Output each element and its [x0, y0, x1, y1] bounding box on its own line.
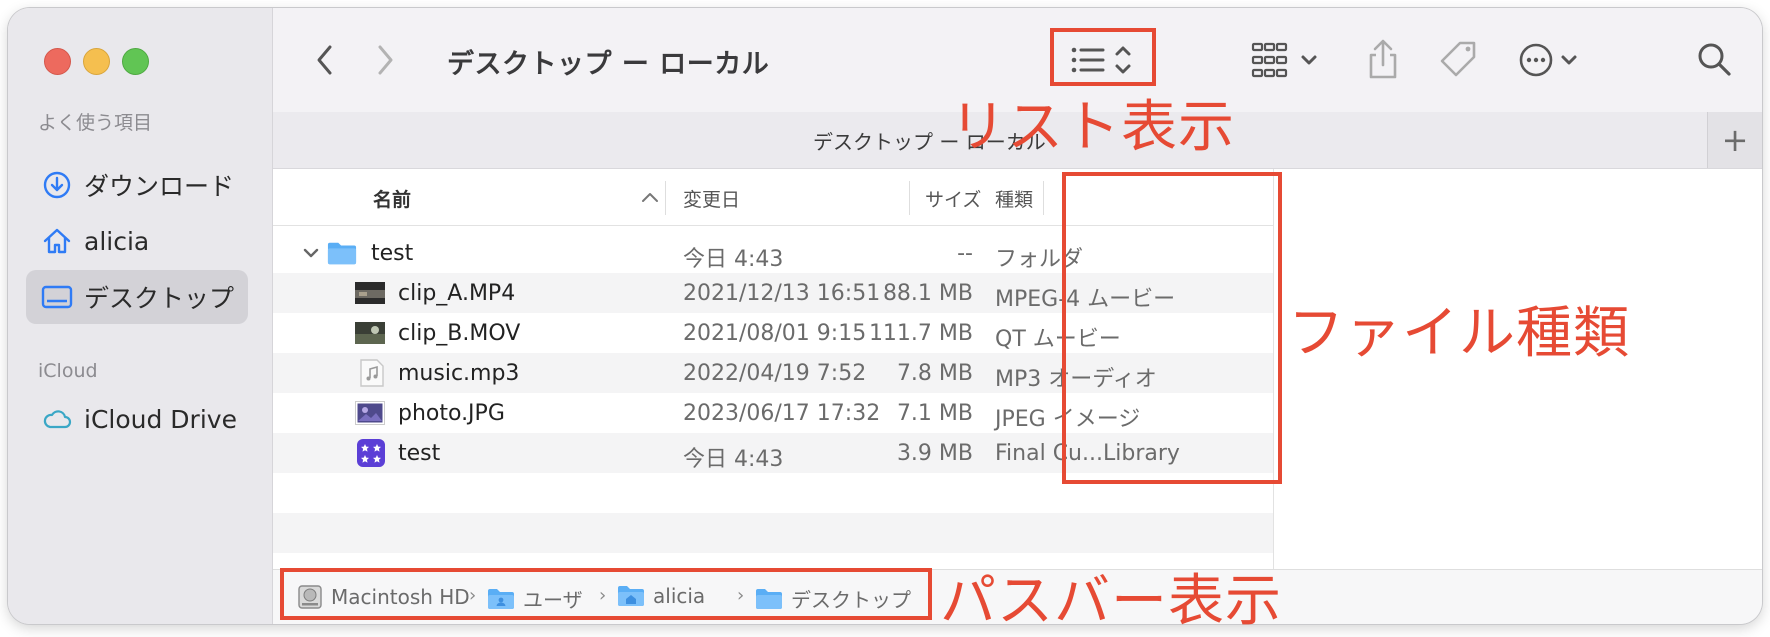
column-kind-header[interactable]: 種類: [995, 185, 1033, 212]
column-size-header[interactable]: サイズ: [925, 185, 981, 212]
file-name: test: [398, 441, 441, 466]
column-separator: [909, 181, 910, 215]
cloud-icon: [40, 402, 74, 436]
file-size: 88.1 MB: [882, 281, 973, 306]
annotation-label-list-view: リスト表示: [950, 95, 1235, 160]
tag-button[interactable]: [1437, 38, 1481, 82]
file-name: clip_B.MOV: [398, 321, 521, 346]
home-icon: [40, 224, 74, 258]
download-circle-icon: [40, 168, 74, 202]
file-size: 111.7 MB: [868, 321, 973, 346]
ellipsis-circle-icon: [1519, 43, 1577, 77]
tag-icon: [1440, 41, 1476, 77]
image-thumb-icon: [355, 399, 385, 427]
file-date: 2022/04/19 7:52: [683, 361, 867, 386]
desktop-icon: [40, 280, 74, 314]
file-size: --: [957, 241, 973, 266]
file-size: 3.9 MB: [896, 441, 973, 466]
sidebar: よく使う項目 ダウンロード alicia デスクトップ iCloud iClou: [8, 8, 273, 624]
sort-ascending-icon: [642, 193, 658, 202]
sidebar-item-label: ダウンロード: [84, 172, 235, 201]
video-thumb-icon: [355, 319, 385, 347]
file-size: 7.1 MB: [896, 401, 973, 426]
file-date: 2023/06/17 17:32: [683, 401, 881, 426]
sidebar-item-desktop[interactable]: デスクトップ: [26, 270, 248, 324]
file-name: test: [371, 241, 414, 266]
fcp-library-icon: [356, 439, 386, 467]
zoom-window-button[interactable]: [122, 48, 149, 75]
column-separator: [1043, 181, 1044, 215]
sidebar-item-label: iCloud Drive: [84, 404, 237, 434]
chevron-left-icon: [317, 45, 332, 75]
column-date-header[interactable]: 変更日: [683, 185, 740, 212]
forward-button[interactable]: [369, 42, 401, 78]
file-date: 今日 4:43: [683, 247, 784, 272]
annotation-box-path-bar: [280, 568, 932, 620]
file-date: 今日 4:43: [683, 447, 784, 472]
grid-group-icon: [1251, 42, 1317, 78]
file-name: music.mp3: [398, 361, 520, 386]
sidebar-item-label: alicia: [84, 226, 150, 256]
file-date: 2021/12/13 16:51: [683, 281, 881, 306]
share-icon: [1369, 39, 1397, 79]
file-date: 2021/08/01 9:15: [683, 321, 867, 346]
search-icon: [1698, 43, 1731, 76]
group-button[interactable]: [1249, 40, 1323, 80]
chevron-right-icon: [378, 45, 393, 75]
favorites-header: よく使う項目: [38, 112, 153, 134]
file-name: photo.JPG: [398, 401, 505, 426]
annotation-box-list-view: [1050, 28, 1156, 86]
sidebar-item-downloads[interactable]: ダウンロード: [26, 158, 248, 212]
music-file-icon: [357, 359, 387, 387]
search-button[interactable]: [1693, 38, 1735, 80]
window-title: デスクトップ ー ローカル: [447, 49, 770, 80]
sidebar-item-label: デスクトップ: [84, 284, 235, 313]
annotation-box-file-kind: [1062, 172, 1282, 484]
folder-icon: [327, 239, 357, 267]
share-button[interactable]: [1363, 36, 1403, 82]
sidebar-item-icloud-drive[interactable]: iCloud Drive: [26, 392, 248, 446]
file-size: 7.8 MB: [896, 361, 973, 386]
file-name: clip_A.MP4: [398, 281, 516, 306]
sidebar-item-home[interactable]: alicia: [26, 214, 248, 268]
minimize-window-button[interactable]: [83, 48, 110, 75]
back-button[interactable]: [309, 42, 341, 78]
annotation-label-file-kind: ファイル種類: [1288, 301, 1630, 366]
annotation-label-path-bar: パスバー表示: [940, 569, 1282, 634]
more-actions-button[interactable]: [1517, 40, 1589, 80]
disclosure-chevron-down-icon[interactable]: [301, 243, 321, 263]
empty-row-stripe: [273, 513, 1273, 553]
icloud-header: iCloud: [38, 360, 98, 382]
close-window-button[interactable]: [44, 48, 71, 75]
column-name-header[interactable]: 名前: [373, 185, 411, 212]
column-separator: [665, 181, 666, 215]
video-thumb-icon: [355, 279, 385, 307]
new-tab-button[interactable]: +: [1707, 112, 1762, 168]
